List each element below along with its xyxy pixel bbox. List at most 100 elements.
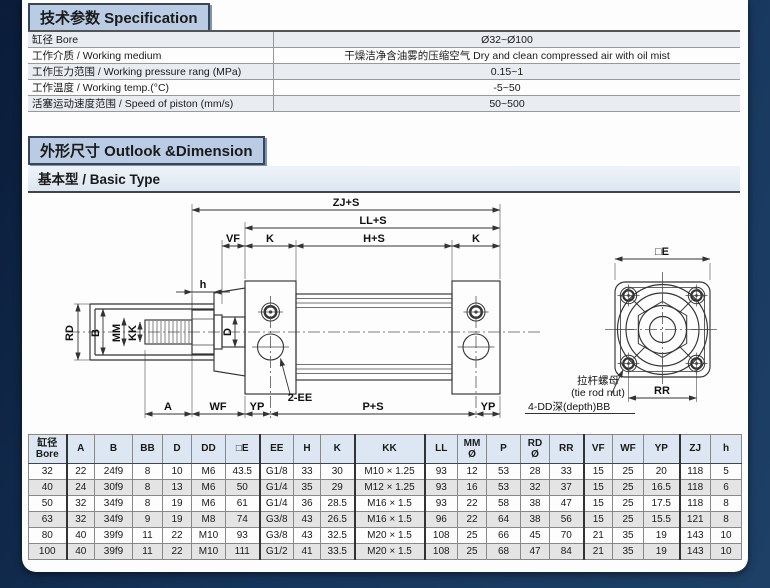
table-row: 402430f9813M650G1/43529M12 × 1.259316533… bbox=[29, 480, 742, 496]
cell: 32 bbox=[521, 480, 550, 496]
cell: G3/8 bbox=[260, 512, 294, 528]
cell: 16.5 bbox=[644, 480, 680, 496]
cell: 56 bbox=[550, 512, 584, 528]
tie-rod-nut-label-en: (tie rod nut) bbox=[571, 387, 625, 399]
spec-row: 工作介质 / Working medium干燥洁净含油雾的压缩空气 Dry an… bbox=[28, 48, 740, 64]
dim-label-ll: LL+S bbox=[359, 215, 386, 227]
cell: 17.5 bbox=[644, 496, 680, 512]
cell: 100 bbox=[29, 544, 67, 560]
table-row: 1004039f91122M10111G1/24133.5M20 × 1.510… bbox=[29, 544, 742, 560]
cell: 25 bbox=[613, 480, 644, 496]
dim-label-h: h bbox=[200, 279, 207, 291]
cell: 8 bbox=[133, 464, 163, 480]
spec-value: 0.15~1 bbox=[274, 64, 741, 80]
cell: 50 bbox=[226, 480, 260, 496]
cell: 93 bbox=[425, 480, 458, 496]
spec-label: 工作介质 / Working medium bbox=[28, 48, 274, 64]
dim-label-kk: KK bbox=[127, 325, 139, 341]
spec-value: 50~500 bbox=[274, 96, 741, 112]
cell: 15 bbox=[584, 480, 613, 496]
cell: M10 bbox=[192, 528, 226, 544]
cell: 35 bbox=[613, 544, 644, 560]
cell: 40 bbox=[67, 528, 95, 544]
dim-label-d: D bbox=[222, 328, 234, 336]
col-header: EE bbox=[260, 435, 294, 464]
dd-depth-label: 4-DD深(depth)BB bbox=[528, 401, 610, 413]
cell: 22 bbox=[163, 544, 192, 560]
cell: 108 bbox=[425, 544, 458, 560]
cell: 53 bbox=[487, 480, 521, 496]
cell: 43 bbox=[294, 512, 321, 528]
cell: 8 bbox=[133, 496, 163, 512]
cell: 24 bbox=[67, 480, 95, 496]
cell: 29 bbox=[321, 480, 355, 496]
cell: 11 bbox=[133, 528, 163, 544]
tie-rod-nut-circles bbox=[258, 303, 489, 321]
cell: 25 bbox=[458, 544, 487, 560]
cell: 93 bbox=[425, 496, 458, 512]
cell: 40 bbox=[29, 480, 67, 496]
cell: 32 bbox=[67, 496, 95, 512]
cell: 84 bbox=[550, 544, 584, 560]
cell: 32 bbox=[67, 512, 95, 528]
header-row: 缸径BoreABBBDDD□EEEHKKKLLMMØPRDØRRVFWFYPZJ… bbox=[29, 435, 742, 464]
col-header: K bbox=[321, 435, 355, 464]
col-header: VF bbox=[584, 435, 613, 464]
cell: 22 bbox=[67, 464, 95, 480]
cell: M10 × 1.25 bbox=[355, 464, 425, 480]
cell: 20 bbox=[644, 464, 680, 480]
cell: 28.5 bbox=[321, 496, 355, 512]
cell: 19 bbox=[163, 496, 192, 512]
cell: 25 bbox=[613, 464, 644, 480]
cell: 39f9 bbox=[95, 544, 133, 560]
dim-label-rd: RD bbox=[64, 325, 76, 341]
cell: 9 bbox=[133, 512, 163, 528]
cell: 36 bbox=[294, 496, 321, 512]
cell: 22 bbox=[458, 496, 487, 512]
spec-label: 缸径 Bore bbox=[28, 31, 274, 48]
dim-label-zj: ZJ+S bbox=[333, 197, 360, 209]
cell: G1/4 bbox=[260, 480, 294, 496]
cell: 93 bbox=[226, 528, 260, 544]
cell: 8 bbox=[133, 480, 163, 496]
dimension-table: 缸径BoreABBBDDD□EEEHKKKLLMMØPRDØRRVFWFYPZJ… bbox=[28, 434, 742, 560]
cell: 43.5 bbox=[226, 464, 260, 480]
cell: 118 bbox=[680, 480, 711, 496]
cell: 47 bbox=[521, 544, 550, 560]
cell: 33.5 bbox=[321, 544, 355, 560]
dim-label-b: B bbox=[90, 329, 102, 337]
col-header: A bbox=[67, 435, 95, 464]
cell: 30f9 bbox=[95, 480, 133, 496]
cell: G1/8 bbox=[260, 464, 294, 480]
dim-label-ps: P+S bbox=[362, 401, 383, 413]
cell: 58 bbox=[487, 496, 521, 512]
cell: 25 bbox=[458, 528, 487, 544]
cell: 80 bbox=[29, 528, 67, 544]
cell: 45 bbox=[521, 528, 550, 544]
spec-value: 干燥洁净含油雾的压缩空气 Dry and clean compressed ai… bbox=[274, 48, 741, 64]
cell: 74 bbox=[226, 512, 260, 528]
cylinder-body bbox=[214, 281, 500, 394]
cell: 8 bbox=[711, 512, 742, 528]
cell: G1/4 bbox=[260, 496, 294, 512]
cell: 34f9 bbox=[95, 512, 133, 528]
dim-label-rr: RR bbox=[654, 385, 670, 397]
cell: 10 bbox=[711, 528, 742, 544]
dim-label-k2: K bbox=[472, 233, 480, 245]
cell: 96 bbox=[425, 512, 458, 528]
cell: G3/8 bbox=[260, 528, 294, 544]
col-header: B bbox=[95, 435, 133, 464]
col-header: D bbox=[163, 435, 192, 464]
cell: 12 bbox=[458, 464, 487, 480]
cell: 15 bbox=[584, 496, 613, 512]
spec-label: 工作温度 / Working temp.(°C) bbox=[28, 80, 274, 96]
cell: M20 × 1.5 bbox=[355, 544, 425, 560]
col-header: LL bbox=[425, 435, 458, 464]
table-row: 322224f9810M643.5G1/83330M10 × 1.2593125… bbox=[29, 464, 742, 480]
cell: 143 bbox=[680, 528, 711, 544]
dim-label-a: A bbox=[164, 401, 172, 413]
cell: 10 bbox=[711, 544, 742, 560]
dim-label-vf: VF bbox=[226, 233, 240, 245]
cell: 37 bbox=[550, 480, 584, 496]
basic-type-subtitle: 基本型 / Basic Type bbox=[28, 166, 740, 193]
